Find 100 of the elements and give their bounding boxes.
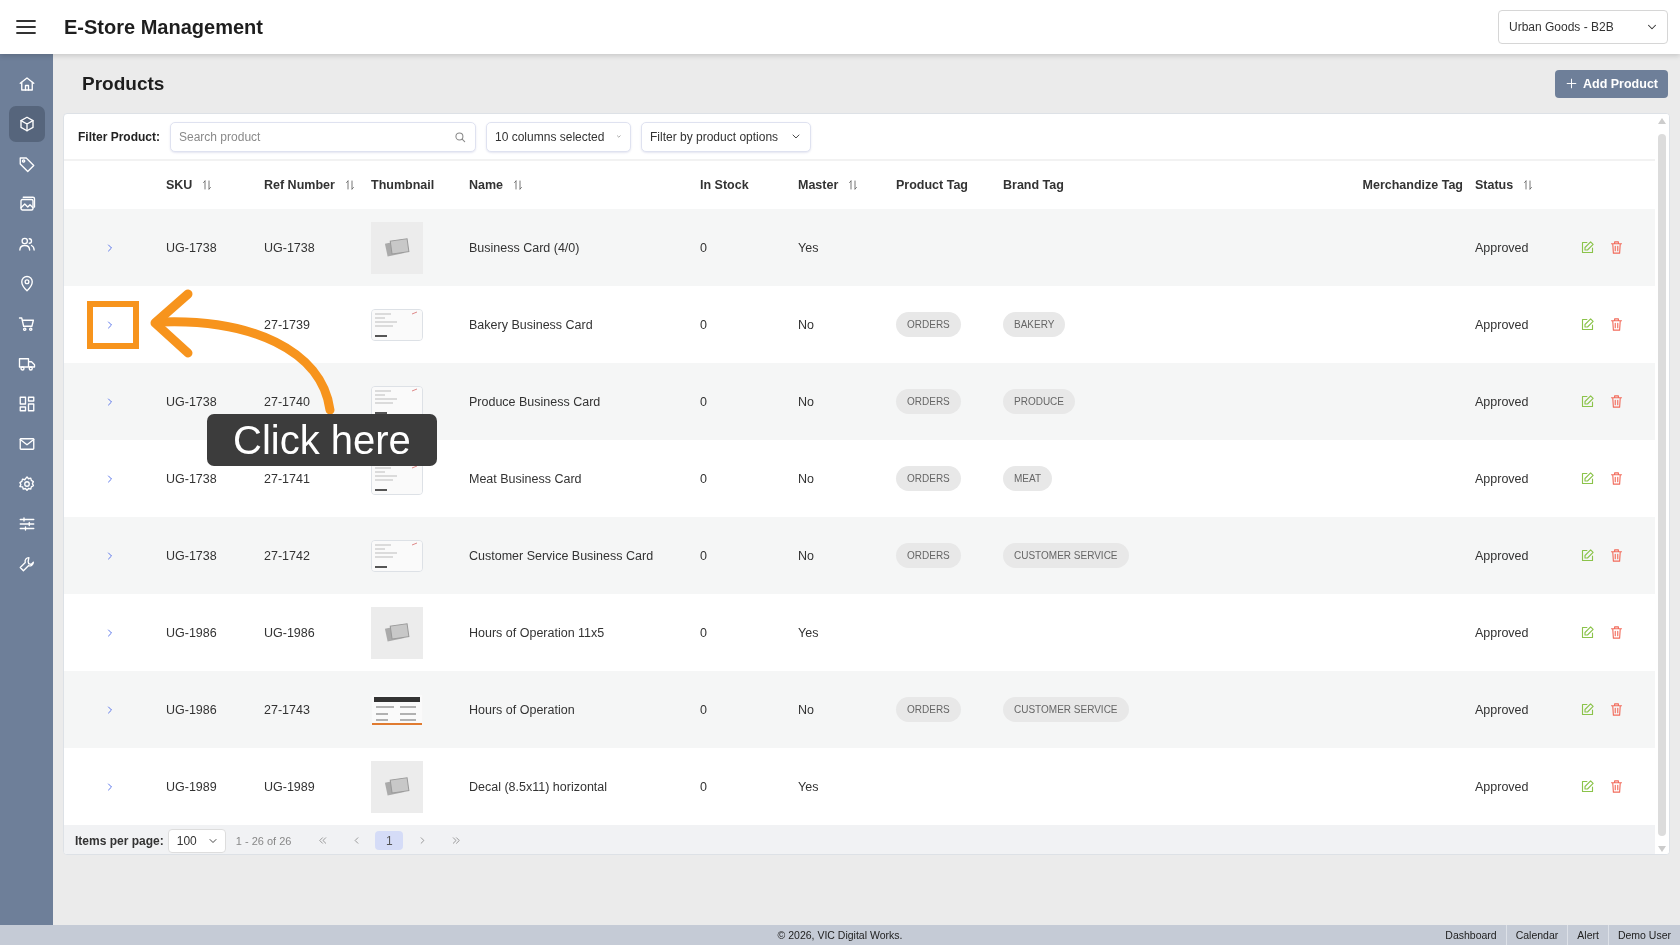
sort-icon bbox=[1522, 179, 1535, 191]
table-cell: 27-1740 bbox=[264, 394, 310, 409]
table-cell: No bbox=[798, 317, 814, 332]
home-icon bbox=[17, 75, 36, 93]
trash-icon[interactable] bbox=[1609, 548, 1624, 563]
trash-icon[interactable] bbox=[1609, 702, 1624, 717]
table-cell: No bbox=[798, 471, 814, 486]
brand-tag: CUSTOMER SERVICE bbox=[1003, 543, 1129, 568]
table-cell: Decal (8.5x11) horizontal bbox=[469, 779, 608, 794]
table-cell: UG-1738 bbox=[166, 548, 217, 563]
trash-icon[interactable] bbox=[1609, 240, 1624, 255]
cart-icon bbox=[17, 315, 36, 333]
edit-icon[interactable] bbox=[1580, 240, 1595, 255]
column-header[interactable]: Master bbox=[798, 178, 839, 192]
edit-icon[interactable] bbox=[1580, 471, 1595, 486]
product-tag: ORDERS bbox=[896, 389, 961, 414]
brand-tag: CUSTOMER SERVICE bbox=[1003, 697, 1129, 722]
settings-icon bbox=[17, 475, 36, 493]
table-cell: Approved bbox=[1475, 702, 1529, 717]
scroll-down-icon[interactable] bbox=[1658, 846, 1666, 852]
search-icon bbox=[453, 129, 467, 144]
mail-icon bbox=[17, 435, 36, 453]
business-card-thumbnail bbox=[371, 539, 423, 572]
store-select[interactable]: Urban Goods - B2B bbox=[1498, 10, 1668, 44]
table-cell: Meat Business Card bbox=[469, 471, 582, 486]
image-placeholder bbox=[371, 760, 423, 813]
business-card-thumbnail bbox=[371, 308, 423, 341]
table-cell: Approved bbox=[1475, 625, 1529, 640]
sort-icon bbox=[512, 179, 525, 191]
items-per-page-select[interactable]: 100 bbox=[167, 828, 226, 853]
table-cell: Yes bbox=[798, 779, 819, 794]
columns-select[interactable]: 10 columns selected bbox=[486, 121, 631, 152]
footer-link[interactable]: Dashboard bbox=[1436, 925, 1506, 945]
truck-icon bbox=[17, 355, 36, 373]
edit-icon[interactable] bbox=[1580, 317, 1595, 332]
table-cell: Approved bbox=[1475, 548, 1529, 563]
page-button[interactable]: 1 bbox=[375, 831, 404, 850]
footer-link[interactable]: Alert bbox=[1567, 925, 1608, 945]
table-cell: 0 bbox=[700, 394, 707, 409]
sidebar-item[interactable] bbox=[8, 106, 45, 142]
sliders-icon bbox=[17, 515, 36, 533]
image-placeholder bbox=[371, 221, 423, 274]
copyright-text: © 2026, VIC Digital Works. bbox=[777, 929, 903, 941]
sort-icon bbox=[847, 179, 860, 191]
double-chevron-left-icon bbox=[316, 835, 328, 846]
table-cell: 0 bbox=[700, 317, 707, 332]
images-icon bbox=[17, 195, 36, 213]
column-header[interactable]: Status bbox=[1475, 178, 1514, 192]
table-cell: 27-1741 bbox=[264, 471, 310, 486]
edit-icon[interactable] bbox=[1580, 702, 1595, 717]
table-cell: Approved bbox=[1475, 240, 1529, 255]
table-cell: Approved bbox=[1475, 779, 1529, 794]
image-placeholder bbox=[371, 606, 423, 659]
column-header: Merchandize Tag bbox=[1362, 178, 1463, 192]
edit-icon[interactable] bbox=[1580, 394, 1595, 409]
add-product-button[interactable]: Add Product bbox=[1555, 69, 1668, 98]
table-cell: UG-1986 bbox=[264, 625, 315, 640]
tag-icon bbox=[17, 155, 36, 173]
trash-icon[interactable] bbox=[1609, 471, 1624, 486]
table-cell: No bbox=[798, 548, 814, 563]
trash-icon[interactable] bbox=[1609, 625, 1624, 640]
edit-icon[interactable] bbox=[1580, 548, 1595, 563]
table-cell: Produce Business Card bbox=[469, 394, 601, 409]
edit-icon[interactable] bbox=[1580, 625, 1595, 640]
cube-icon bbox=[17, 115, 36, 133]
double-chevron-right-icon bbox=[450, 835, 462, 846]
plus-icon bbox=[1565, 77, 1578, 90]
column-header: Thumbnail bbox=[371, 178, 435, 192]
column-header[interactable]: SKU bbox=[166, 178, 193, 192]
table-cell: UG-1738 bbox=[264, 240, 315, 255]
table-cell: 0 bbox=[700, 548, 707, 563]
column-header[interactable]: Ref Number bbox=[264, 178, 335, 192]
sort-icon bbox=[201, 179, 214, 191]
product-tag: ORDERS bbox=[896, 466, 961, 491]
product-options-select[interactable]: Filter by product options bbox=[641, 121, 811, 152]
trash-icon[interactable] bbox=[1609, 779, 1624, 794]
search-field[interactable]: Search product bbox=[170, 121, 476, 152]
table-cell: UG-1738 bbox=[166, 471, 217, 486]
footer-link[interactable]: Calendar bbox=[1505, 925, 1568, 945]
table-cell: Bakery Business Card bbox=[469, 317, 593, 332]
trash-icon[interactable] bbox=[1609, 394, 1624, 409]
sort-icon bbox=[343, 179, 356, 191]
trash-icon[interactable] bbox=[1609, 317, 1624, 332]
footer-link[interactable]: Demo User bbox=[1607, 925, 1680, 945]
column-header: Brand Tag bbox=[1003, 178, 1064, 192]
column-header[interactable]: Name bbox=[469, 178, 504, 192]
table-cell: 0 bbox=[700, 471, 707, 486]
wrench-icon bbox=[17, 555, 36, 573]
table-cell: 27-1739 bbox=[264, 317, 310, 332]
table-cell: No bbox=[798, 394, 814, 409]
table-cell: Approved bbox=[1475, 394, 1529, 409]
page-range: 1 - 26 of 26 bbox=[235, 834, 292, 847]
table-cell: Yes bbox=[798, 625, 819, 640]
edit-icon[interactable] bbox=[1580, 779, 1595, 794]
table-cell: UG-1989 bbox=[166, 779, 217, 794]
brand-tag: MEAT bbox=[1003, 466, 1053, 491]
items-per-page-label: Items per page: bbox=[75, 833, 164, 848]
scroll-up-icon[interactable] bbox=[1658, 118, 1666, 124]
scrollbar[interactable] bbox=[1655, 114, 1669, 854]
product-tag: ORDERS bbox=[896, 543, 961, 568]
